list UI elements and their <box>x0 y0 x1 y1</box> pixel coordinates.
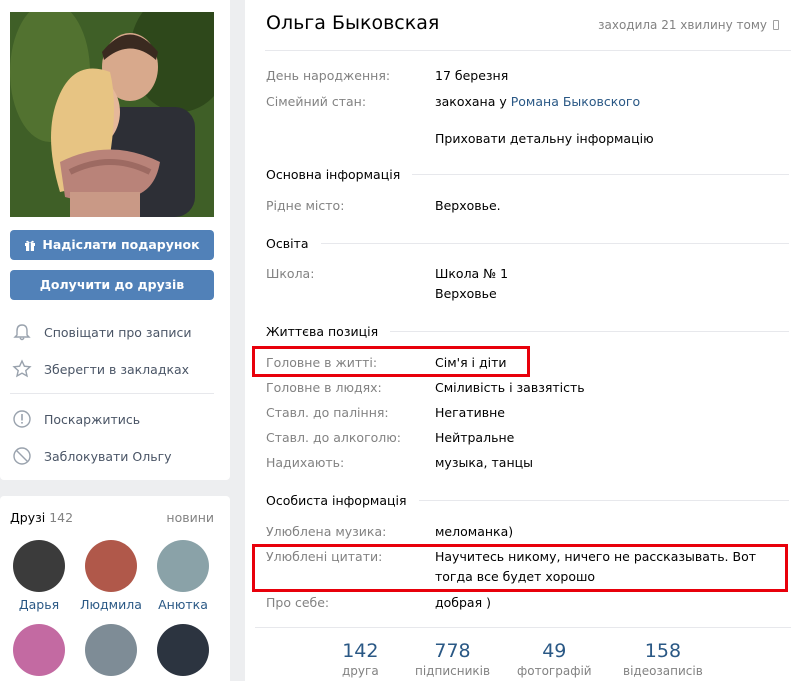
profile-info-card: Ольга Быковская заходила 21 хвилину тому… <box>245 0 801 681</box>
add-friend-button[interactable]: Долучити до друзів <box>10 270 214 300</box>
hide-details-link[interactable]: Приховати детальну інформацію <box>435 129 790 149</box>
friend-avatar <box>157 540 209 592</box>
friend-item[interactable] <box>4 624 74 676</box>
friend-item[interactable]: Анютка <box>148 540 218 612</box>
profile-photo-image <box>10 12 214 217</box>
stat-videos[interactable]: 158 відеозаписів <box>623 640 703 678</box>
highlight-box-main-in-life <box>252 346 530 377</box>
report-item[interactable]: Поскаржитись <box>12 407 140 431</box>
friend-item[interactable]: Дарья <box>4 540 74 612</box>
friends-card: Друзі 142 новини Дарья Людмила Анютка <box>0 496 230 681</box>
send-gift-button[interactable]: Надіслати подарунок <box>10 230 214 260</box>
block-icon <box>13 447 31 465</box>
stat-photos[interactable]: 49 фотографій <box>517 640 592 678</box>
mobile-icon <box>773 20 779 30</box>
notify-posts-item[interactable]: Сповіщати про записи <box>12 320 192 344</box>
highlight-box-quotes <box>252 544 788 592</box>
section-main-info: Основна інформація <box>266 167 789 182</box>
header-divider <box>265 50 791 51</box>
star-icon <box>12 359 32 378</box>
stat-followers[interactable]: 778 підписників <box>415 640 490 678</box>
profile-name: Ольга Быковская <box>266 12 440 34</box>
friend-avatar <box>85 540 137 592</box>
friend-avatar <box>85 624 137 676</box>
bookmark-item[interactable]: Зберегти в закладках <box>12 357 189 381</box>
menu-divider <box>10 393 214 394</box>
friend-avatar <box>13 624 65 676</box>
friends-news-link[interactable]: новини <box>166 510 214 525</box>
section-education: Освіта <box>266 236 789 251</box>
stat-friends[interactable]: 142 друга <box>342 640 379 678</box>
friend-avatar <box>157 624 209 676</box>
profile-sidebar-card: Надіслати подарунок Долучити до друзів С… <box>0 0 230 480</box>
section-personal-info: Особиста інформація <box>266 493 789 508</box>
gift-icon <box>25 240 36 251</box>
stats-divider <box>255 627 791 628</box>
bell-icon <box>13 324 31 341</box>
friends-header[interactable]: Друзі 142 <box>10 510 73 525</box>
friend-item[interactable] <box>76 624 146 676</box>
friend-avatar <box>13 540 65 592</box>
block-item[interactable]: Заблокувати Ольгу <box>12 444 172 468</box>
report-icon <box>13 410 31 428</box>
last-seen-status: заходила 21 хвилину тому <box>598 18 779 32</box>
friend-item[interactable] <box>148 624 218 676</box>
friend-item[interactable]: Людмила <box>76 540 146 612</box>
profile-photo[interactable] <box>10 12 214 217</box>
section-life-position: Життєва позиція <box>266 324 789 339</box>
partner-link[interactable]: Романа Быковского <box>511 94 640 109</box>
